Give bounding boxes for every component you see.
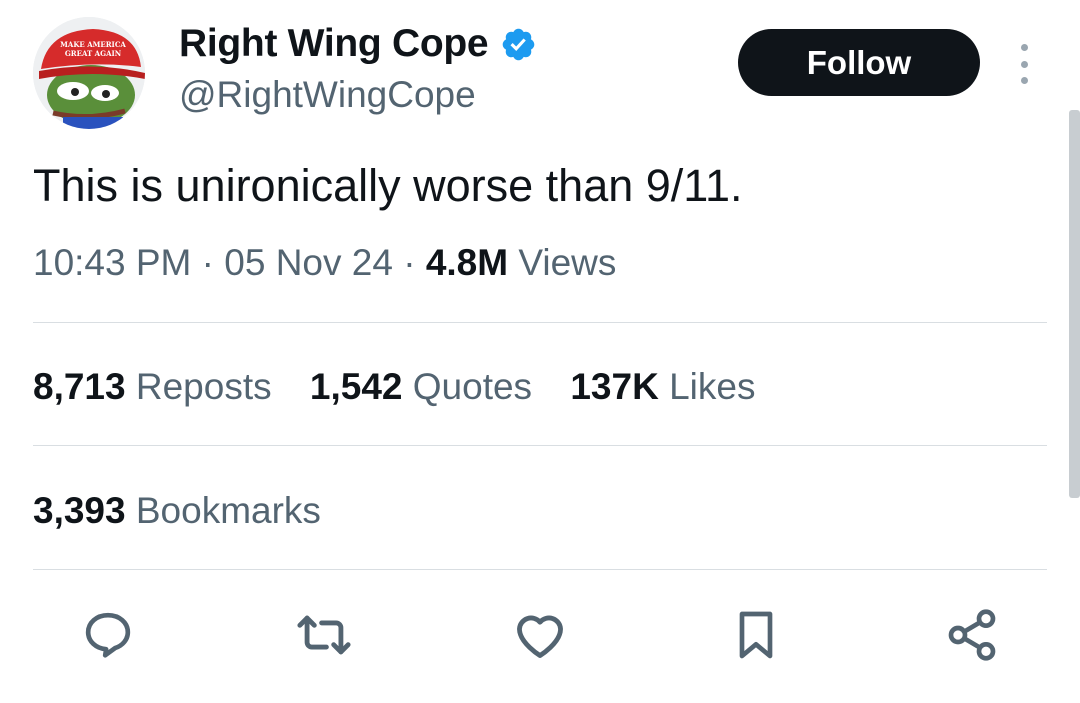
follow-button[interactable]: Follow [738,29,980,96]
engagement-stats: 8,713 Reposts 1,542 Quotes 137K Likes [33,366,783,408]
reposts-count: 8,713 [33,366,126,407]
reply-icon [85,612,131,658]
repost-icon [297,615,351,655]
tweet-text: This is unironically worse than 9/11. [33,160,743,211]
hat-text-line1: MAKE AMERICA [60,40,126,49]
quotes-stat[interactable]: 1,542 Quotes [310,366,532,407]
action-bar [0,605,1080,675]
likes-count: 137K [570,366,659,407]
reply-button[interactable] [78,605,138,665]
reposts-stat[interactable]: 8,713 Reposts [33,366,272,407]
share-icon [948,609,996,661]
bookmarks-stat[interactable]: 3,393 Bookmarks [33,490,321,532]
meta-separator: · [201,242,214,283]
more-options-icon[interactable] [1012,44,1036,84]
divider [33,322,1047,323]
scrollbar[interactable] [1069,110,1080,498]
tweet-meta: 10:43 PM · 05 Nov 24 · 4.8M Views [33,242,616,284]
meta-separator: · [403,242,416,283]
avatar[interactable]: MAKE AMERICA GREAT AGAIN [33,17,145,129]
hat-text-line2: GREAT AGAIN [65,49,122,58]
like-icon [517,615,563,658]
author-display-name[interactable]: Right Wing Cope [179,22,537,66]
avatar-image: MAKE AMERICA GREAT AGAIN [33,17,145,129]
author-handle[interactable]: @RightWingCope [179,74,476,116]
views-count: 4.8M [425,242,509,283]
display-name-text: Right Wing Cope [179,22,489,65]
quotes-label: Quotes [412,366,533,407]
like-button[interactable] [510,605,570,665]
tweet-time[interactable]: 10:43 PM [33,242,191,283]
likes-stat[interactable]: 137K Likes [570,366,755,407]
reposts-label: Reposts [135,366,272,407]
likes-label: Likes [669,366,756,407]
views-label: Views [518,242,617,283]
divider [33,569,1047,570]
quotes-count: 1,542 [309,366,403,407]
tweet-date[interactable]: 05 Nov 24 [224,242,393,283]
bookmarks-label: Bookmarks [135,490,321,531]
repost-button[interactable] [294,605,354,665]
bookmark-icon [739,611,773,659]
bookmark-button[interactable] [726,605,786,665]
share-button[interactable] [942,605,1002,665]
divider [33,445,1047,446]
bookmarks-count: 3,393 [33,490,126,531]
verified-badge-icon [502,28,535,60]
